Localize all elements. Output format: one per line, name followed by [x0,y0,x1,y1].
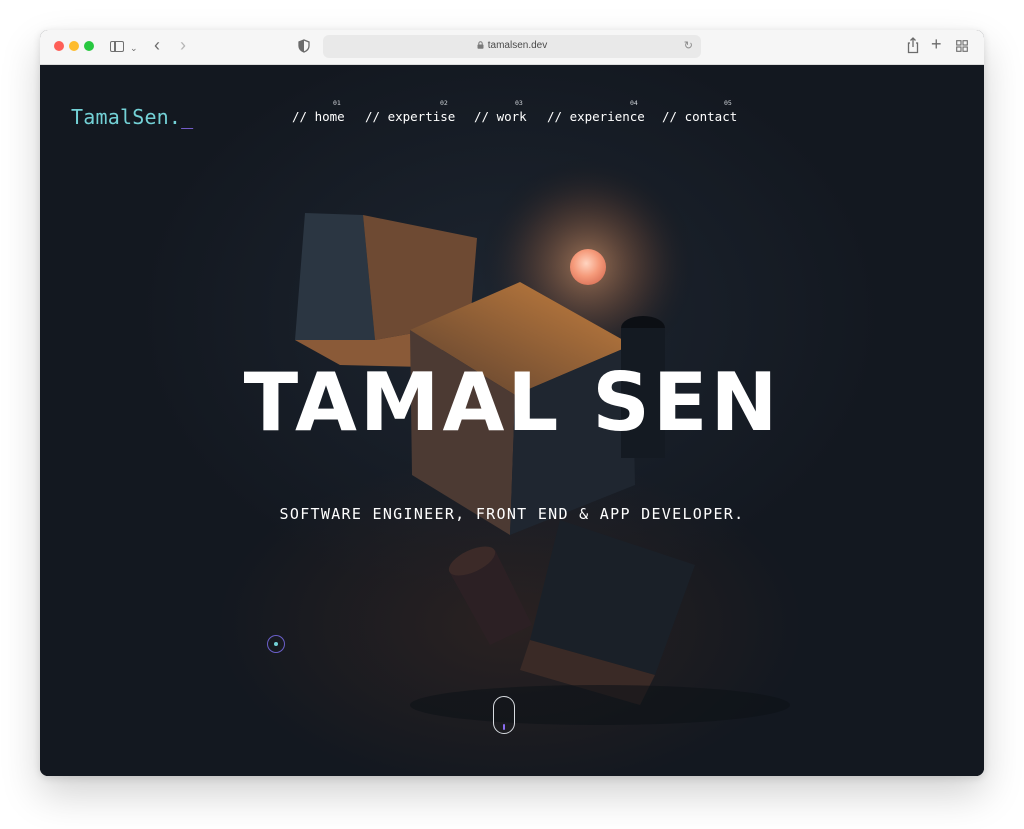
minimize-window-button[interactable] [69,41,79,51]
nav-number: 02 [440,99,448,107]
forward-icon[interactable]: › [180,36,186,54]
nav-number: 04 [630,99,638,107]
browser-window: ⌄ ‹ › tamalsen.dev ↻ + TamalSen._ 01 // … [40,30,984,776]
cursor-dot-icon [267,635,285,653]
hero-title: TAMAL SEN [243,356,781,449]
logo-cursor: _ [181,105,194,129]
logo-text: TamalSen. [71,105,182,129]
nav-label: // expertise [365,109,456,124]
address-bar[interactable]: tamalsen.dev ↻ [323,35,701,58]
nav-label: // experience [547,109,645,124]
hero-subtitle: SOFTWARE ENGINEER, FRONT END & APP DEVEL… [279,505,745,523]
close-window-button[interactable] [54,41,64,51]
address-text: tamalsen.dev [323,40,701,51]
lock-icon [477,41,484,49]
browser-toolbar: ⌄ ‹ › tamalsen.dev ↻ + [40,30,984,65]
nav-label: // contact [662,109,738,124]
sidebar-icon[interactable] [110,41,124,52]
nav-number: 05 [724,99,732,107]
page-viewport: TamalSen._ 01 // home 02 // expertise 03… [40,65,984,776]
scroll-mouse-icon[interactable] [493,696,515,734]
tabs-overview-icon[interactable] [956,40,968,52]
nav-label: // home [292,109,345,124]
share-icon[interactable] [906,36,920,54]
nav-number: 03 [515,99,523,107]
nav-number: 01 [333,99,341,107]
reload-icon[interactable]: ↻ [684,39,693,52]
shield-icon[interactable] [298,39,310,53]
plus-icon[interactable]: + [931,35,942,53]
zoom-window-button[interactable] [84,41,94,51]
nav-label: // work [474,109,527,124]
url-text: tamalsen.dev [487,40,548,51]
back-icon[interactable]: ‹ [154,36,160,54]
chevron-down-icon[interactable]: ⌄ [130,39,138,57]
site-logo[interactable]: TamalSen._ [71,105,193,129]
